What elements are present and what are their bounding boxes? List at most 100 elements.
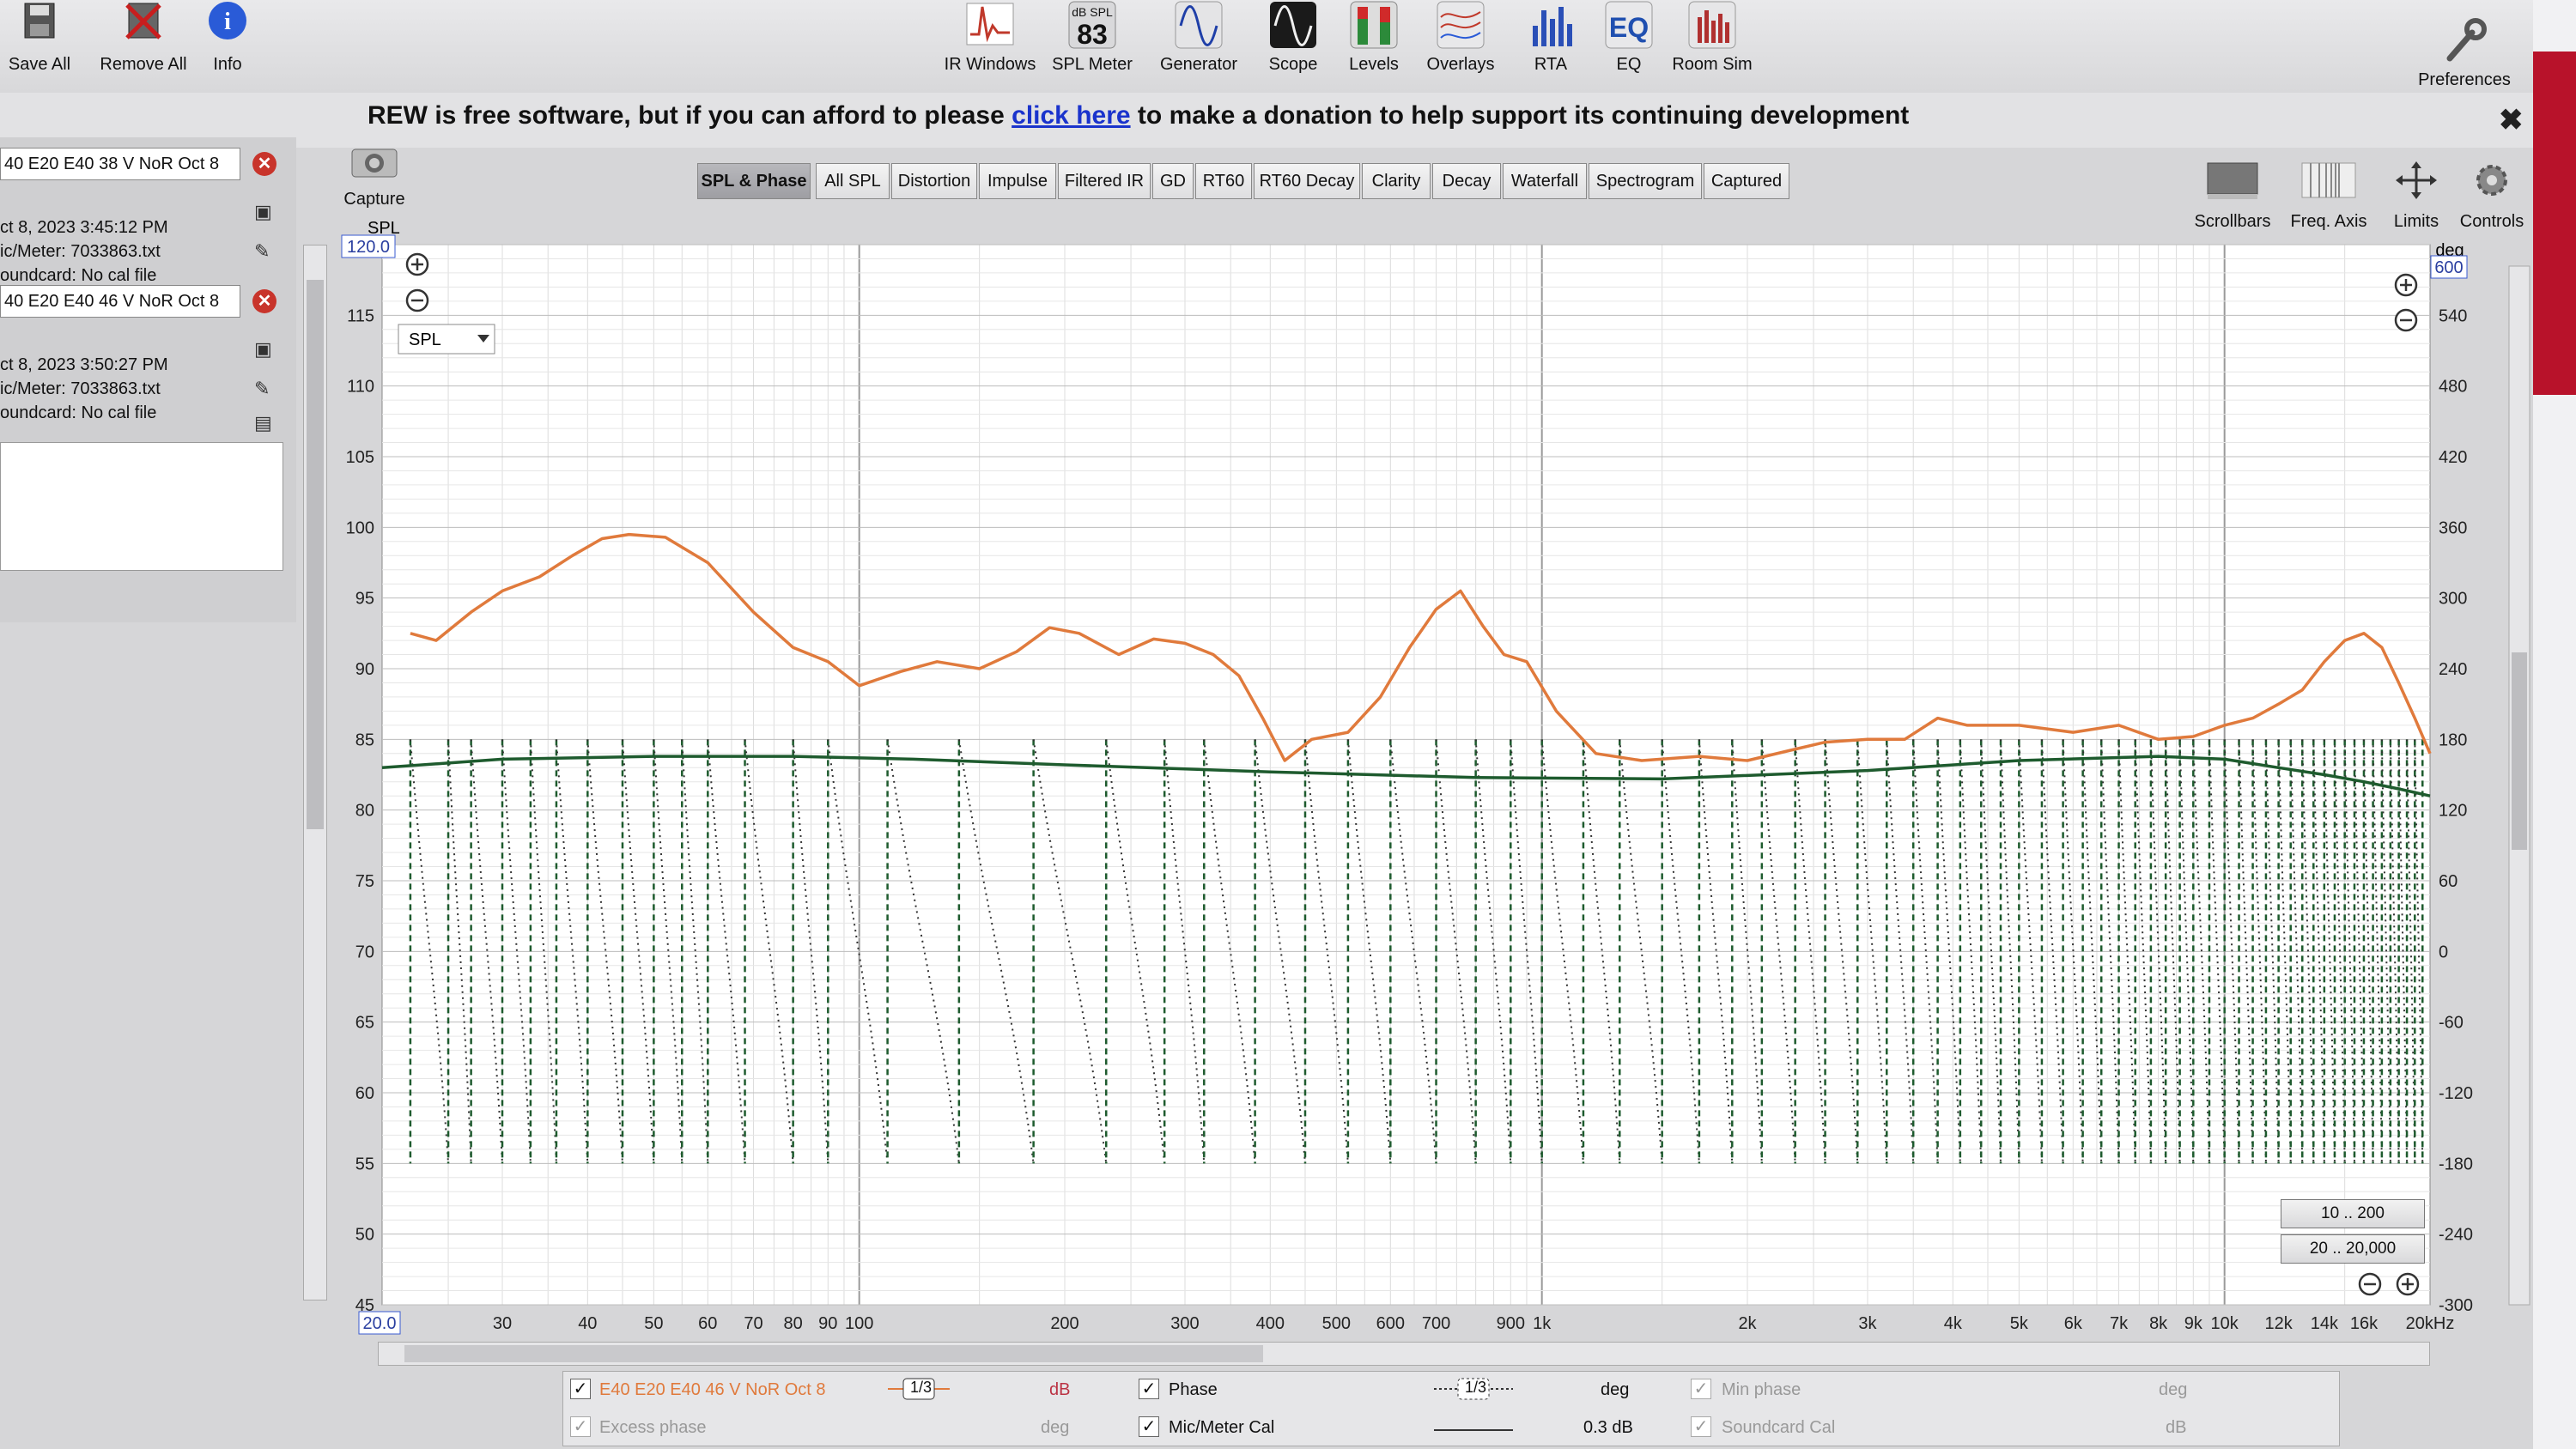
spl-top-value[interactable]: 120.0 [347,238,390,257]
deg-tick-label: -60 [2439,1014,2464,1033]
cal-line-swatch [1434,1429,1513,1431]
deg-tick-label: -120 [2439,1084,2473,1103]
zoom-in-icon[interactable] [2394,273,2418,297]
legend-mic-meter-cal: Mic/Meter Cal [1169,1418,1275,1437]
spl-tick-label: 100 [346,518,374,537]
x-tick-label: 4k [1944,1314,1963,1333]
deg-tick-label: 420 [2439,448,2467,467]
x-tick-label: 8k [2149,1314,2168,1333]
x-tick-label: 200 [1050,1314,1078,1333]
spl-tick-label: 90 [355,660,374,679]
right-scrollbar-thumb[interactable] [2512,652,2527,850]
phase-smoothing-value[interactable]: 1/3 [1465,1379,1486,1397]
spl-tick-label: 50 [355,1226,374,1245]
x-tick-label: 9k [2184,1314,2203,1333]
spl-phase-graph[interactable]: 30 40 50 60 70 80 90 100 200 300 400 500 600 700 900 1k… [0,0,2576,1449]
x-tick-label: 300 [1170,1314,1199,1333]
x-axis-ticks: 30 40 50 60 70 80 90 100 200 300 400 500 600 700 900 1k… [493,1314,2454,1333]
spl-tick-label: 85 [355,731,374,749]
legend-unit: deg [1601,1380,1630,1399]
legend-panel: ✓ E40 E20 E40 46 V NoR Oct 8 1/3 dB ✓ Ph… [562,1371,2340,1446]
deg-tick-label: 0 [2439,943,2448,961]
zoom-out-icon[interactable] [2358,1272,2382,1296]
zoom-in-icon[interactable] [2396,1272,2420,1296]
deg-tick-label: 540 [2439,306,2467,325]
x-tick-label: 16k [2350,1314,2379,1333]
x-tick-label: 600 [1376,1314,1405,1333]
deg-tick-label: 60 [2439,872,2458,891]
spl-tick-label: 70 [355,943,374,961]
series-checkbox[interactable]: ✓ [570,1379,591,1399]
deg-tick-label: 300 [2439,590,2467,609]
legend-phase-name: Phase [1169,1380,1218,1399]
x-tick-label: 80 [784,1314,803,1333]
min-phase-checkbox[interactable]: ✓ [1691,1379,1711,1399]
deg-tick-label: 120 [2439,802,2467,821]
spl-tick-label: 75 [355,872,374,891]
legend-unit: dB [1049,1380,1071,1399]
deg-tick-label: -240 [2439,1226,2473,1245]
legend-unit: deg [1041,1418,1070,1437]
x-tick-label: 900 [1497,1314,1525,1333]
deg-tick-label: 480 [2439,378,2467,397]
x-start-value[interactable]: 20.0 [363,1314,397,1333]
rew-window: Save All Remove All i Info IR Windows dB… [0,0,2576,1449]
x-tick-label: 7k [2110,1314,2129,1333]
deg-tick-label: -300 [2439,1296,2473,1315]
phase-smoothing-selector[interactable]: 1/3 [1431,1373,1516,1404]
zoom-out-icon[interactable] [2394,308,2418,332]
smoothing-selector[interactable]: 1/3 [884,1373,953,1404]
x-tick-label: 40 [578,1314,597,1333]
x-tick-label: 400 [1256,1314,1285,1333]
spl-tick-label: 110 [347,378,374,397]
deg-tick-label: -180 [2439,1155,2473,1173]
legend-soundcard-cal: Soundcard Cal [1722,1418,1836,1437]
legend-min-phase: Min phase [1722,1380,1801,1399]
x-tick-label: 6k [2064,1314,2083,1333]
smoothing-value[interactable]: 1/3 [910,1379,932,1397]
spl-tick-label: 105 [346,448,374,467]
x-tick-label: 20kHz [2406,1314,2455,1333]
spl-tick-label: 115 [347,306,374,325]
background-window-edge [2533,0,2576,1449]
deg-tick-label: 240 [2439,660,2467,679]
range-20-20000-button[interactable]: 20 .. 20,000 [2281,1234,2425,1264]
x-tick-label: 100 [845,1314,873,1333]
x-tick-label: 5k [2010,1314,2029,1333]
horizontal-scrollbar[interactable] [378,1342,2430,1366]
x-tick-label: 10k [2211,1314,2239,1333]
legend-unit: deg [2159,1380,2188,1399]
spl-tick-label: 95 [355,590,374,609]
x-tick-label: 90 [818,1314,837,1333]
legend-unit: dB [2166,1418,2187,1437]
zoom-out-icon[interactable] [405,288,429,312]
deg-axis-ticks: 540 480 420 360 300 240 180 120 60 0 -60 -120 -180 -2… [2439,306,2473,1315]
x-tick-label: 60 [698,1314,717,1333]
legend-series-name: E40 E20 E40 46 V NoR Oct 8 [599,1380,826,1399]
spl-axis-ticks: 1151101051009590858075706560555045 [346,306,374,1315]
x-tick-label: 14k [2311,1314,2339,1333]
x-tick-label: 2k [1738,1314,1757,1333]
x-tick-label: 3k [1858,1314,1877,1333]
background-red-area [2533,52,2576,395]
horizontal-scrollbar-thumb[interactable] [404,1345,1263,1362]
excess-phase-checkbox[interactable]: ✓ [570,1416,591,1437]
soundcard-cal-checkbox[interactable]: ✓ [1691,1416,1711,1437]
phase-checkbox[interactable]: ✓ [1139,1379,1159,1399]
x-tick-label: 12k [2265,1314,2293,1333]
spl-tick-label: 65 [355,1014,374,1033]
spl-select-value[interactable]: SPL [409,330,441,349]
x-tick-label: 70 [744,1314,762,1333]
x-tick-label: 700 [1422,1314,1450,1333]
spl-tick-label: 55 [355,1155,374,1173]
x-tick-label: 1k [1533,1314,1552,1333]
mic-meter-cal-checkbox[interactable]: ✓ [1139,1416,1159,1437]
deg-tick-label: 180 [2439,731,2467,749]
zoom-in-icon[interactable] [405,252,429,276]
legend-excess-phase: Excess phase [599,1418,707,1437]
spl-tick-label: 60 [355,1084,374,1103]
deg-tick-label: 360 [2439,518,2467,537]
deg-top-value[interactable]: 600 [2434,258,2463,277]
x-tick-label: 500 [1322,1314,1351,1333]
range-10-200-button[interactable]: 10 .. 200 [2281,1199,2425,1228]
